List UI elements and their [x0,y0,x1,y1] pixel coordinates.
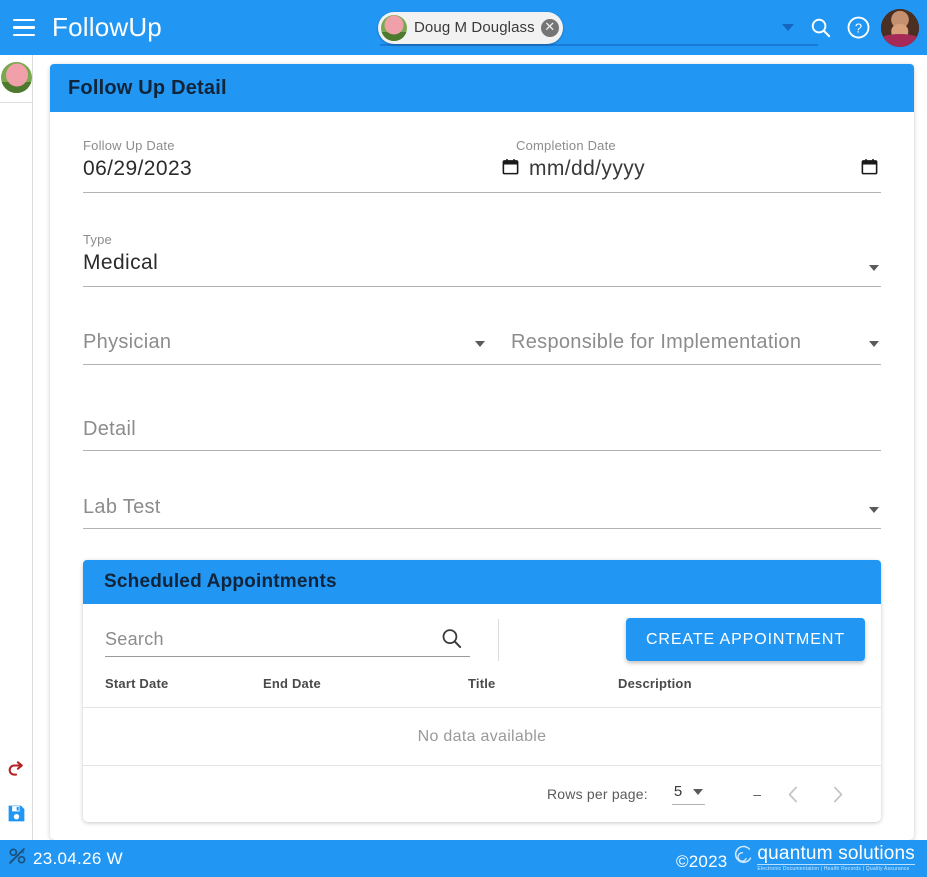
column-end-date[interactable]: End Date [263,676,468,708]
detail-input[interactable]: Detail [83,407,881,451]
table-row-empty: No data available [83,707,881,766]
chevron-left-icon[interactable] [771,774,815,814]
create-appointment-button[interactable]: CREATE APPOINTMENT [625,618,865,661]
follow-up-date-label: Follow Up Date [83,138,175,153]
app-root: FollowUp Doug M Douglass ✕ ? Follow Up D… [0,0,927,877]
top-app-bar: FollowUp Doug M Douglass ✕ ? [0,0,927,55]
svg-text:?: ? [854,20,861,35]
hamburger-icon[interactable] [0,0,48,55]
avatar-face [5,63,28,87]
quantum-swirl-icon [731,844,753,874]
detail-label: Detail [83,417,136,440]
scheduled-appointments-card: Scheduled Appointments Search CREATE APP… [83,560,881,822]
follow-up-form: Follow Up Date 06/29/2023 Completion Dat… [50,112,914,822]
user-avatar[interactable] [881,8,919,47]
help-circle-icon[interactable]: ? [839,0,877,55]
physician-label: Physician [83,331,172,353]
lab-test-label: Lab Test [83,495,161,518]
search-icon[interactable] [439,626,464,656]
offline-slash-icon [6,845,28,872]
column-title[interactable]: Title [468,676,618,708]
avatar-face [384,15,404,35]
rows-per-page-value: 5 [673,783,683,800]
type-select[interactable]: Type Medical [83,220,881,287]
patient-chip-name: Doug M Douglass [414,19,535,36]
patient-chip[interactable]: Doug M Douglass ✕ [378,11,563,44]
type-row: Type Medical [83,220,881,287]
type-label: Type [83,232,112,247]
brand-name: quantum solutions [757,842,915,865]
completion-date-field[interactable]: Completion Date mm/dd/yyyy [497,126,881,193]
table-header-row: Start Date End Date Title Description [83,676,881,708]
table-head: Start Date End Date Title Description [83,676,881,708]
footer-bar: 23.04.26 W ©2023 quantum solutions Elect… [0,840,927,877]
hamburger-bar [13,26,35,29]
no-data-message: No data available [83,707,881,766]
patient-avatar [381,14,407,41]
column-start-date[interactable]: Start Date [83,676,263,708]
rows-per-page-select[interactable]: 5 [671,783,706,805]
search-underline [380,44,818,46]
column-description[interactable]: Description [618,676,881,708]
chevron-down-icon[interactable] [775,0,801,55]
chevron-down-icon [869,507,879,513]
follow-up-date-value: 06/29/2023 [83,157,193,180]
responsible-for-implementation-select[interactable]: Responsible for Implementation [497,320,881,364]
calendar-icon [501,157,520,181]
dates-row: Follow Up Date 06/29/2023 Completion Dat… [83,126,881,193]
calendar-picker-icon[interactable] [860,157,879,181]
follow-up-detail-card: Follow Up Detail Follow Up Date 06/29/20… [50,64,914,840]
chevron-down-icon [869,341,879,347]
rows-per-page-label: Rows per page: [547,786,648,802]
app-title: FollowUp [52,12,162,42]
avatar-shirt [881,34,919,47]
app-version: 23.04.26 W [33,848,123,868]
lab-test-select[interactable]: Lab Test [83,485,881,529]
page-range-label: – [753,786,761,802]
top-bar-actions: ? [775,0,927,55]
hamburger-bar [13,18,35,22]
footer-branding: ©2023 quantum solutions Electronic Docum… [676,842,915,874]
responsible-label: Responsible for Implementation [511,331,802,353]
patient-search-zone: Doug M Douglass ✕ [360,0,828,55]
hamburger-bar [13,33,35,37]
rail-divider [0,102,32,103]
search-icon[interactable] [801,0,839,55]
table-body: No data available [83,707,881,766]
physician-select[interactable]: Physician [83,320,497,364]
close-circle-icon[interactable]: ✕ [540,18,559,37]
brand-block: quantum solutions Electronic Documentati… [757,842,915,874]
copyright-text: ©2023 [676,851,728,871]
scheduled-appointments-title: Scheduled Appointments [83,560,881,604]
toolbar-divider [498,619,499,661]
left-rail [0,55,33,840]
responsibility-row: Physician Responsible for Implementation [83,320,881,365]
chevron-down-icon [475,341,485,347]
save-floppy-icon[interactable] [4,801,29,826]
search-placeholder: Search [105,629,164,649]
table-paginator: Rows per page: 5 – [83,766,881,822]
content-area: Follow Up Detail Follow Up Date 06/29/20… [33,55,927,840]
completion-date-label: Completion Date [516,138,616,153]
brand-tagline: Electronic Documentation | Health Record… [757,865,910,872]
appointments-table: Start Date End Date Title Description No… [83,676,881,766]
search-input[interactable]: Search [105,624,470,657]
type-value: Medical [83,251,159,274]
chevron-down-icon [869,265,879,271]
undo-arrow-icon[interactable] [4,758,29,783]
chevron-right-icon[interactable] [815,774,859,814]
completion-date-value: mm/dd/yyyy [529,157,646,180]
follow-up-date-field[interactable]: Follow Up Date 06/29/2023 [83,126,497,193]
appointments-toolbar: Search CREATE APPOINTMENT [83,604,881,676]
footer-status: 23.04.26 W [0,845,123,872]
patient-avatar-thumb[interactable] [1,62,32,93]
page-title: Follow Up Detail [50,64,914,112]
chevron-down-icon [693,788,704,795]
